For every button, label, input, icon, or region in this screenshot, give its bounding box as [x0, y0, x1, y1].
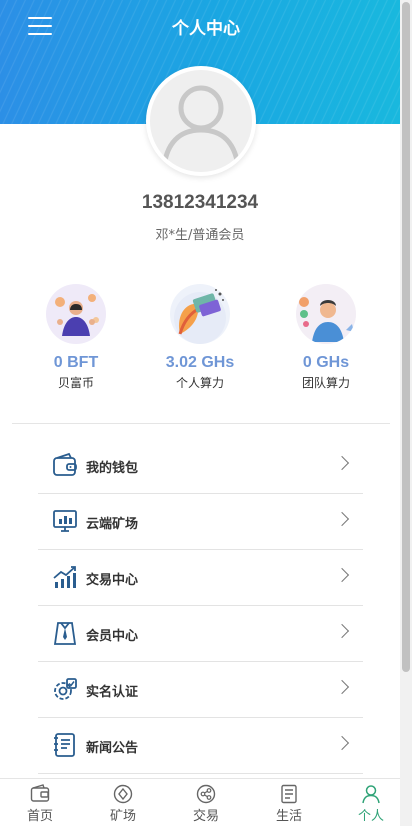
menu-label: 我的钱包: [86, 461, 139, 476]
chevron-right-icon: [334, 511, 350, 527]
user-phone: 13812341234: [141, 192, 259, 213]
chevron-right-icon: [334, 735, 350, 751]
stat-personal-hashrate[interactable]: 3.02 GHs 个人算力: [150, 284, 250, 391]
menu-label: 云端矿场: [86, 517, 139, 532]
member-tie-icon: [52, 620, 78, 646]
verify-gear-icon: [52, 676, 78, 702]
menu-item-trade-center[interactable]: 交易中心: [38, 550, 363, 606]
chevron-right-icon: [334, 679, 350, 695]
stat-value: 0 GHs: [302, 354, 350, 371]
menu-label: 实名认证: [86, 685, 139, 700]
stat-bft[interactable]: 0 BFT 贝富币: [26, 284, 126, 391]
tab-mine[interactable]: 矿场: [83, 779, 163, 827]
chevron-right-icon: [334, 455, 350, 471]
tab-profile[interactable]: 个人: [331, 779, 411, 827]
avatar[interactable]: [146, 66, 256, 176]
tab-trade[interactable]: 交易: [166, 779, 246, 827]
menu-label: 新闻公告: [86, 741, 139, 756]
scrollbar[interactable]: [400, 0, 412, 826]
team-coins-icon: [296, 284, 356, 344]
member-level: 邓*生/普通会员: [155, 228, 245, 243]
home-wallet-icon: [30, 784, 50, 804]
page-title: 个人中心: [172, 19, 240, 39]
stat-value: 0 BFT: [53, 354, 99, 371]
menu-item-verification[interactable]: 实名认证: [38, 662, 363, 718]
menu-label: 交易中心: [86, 573, 139, 588]
scrollbar-thumb[interactable]: [402, 2, 410, 672]
chevron-right-icon: [334, 567, 350, 583]
card-hashrate-icon: [170, 284, 230, 344]
news-book-icon: [52, 732, 78, 758]
life-document-icon: [279, 784, 299, 804]
stat-label: 贝富币: [57, 376, 94, 390]
mine-diamond-icon: [113, 784, 133, 804]
trade-chart-icon: [52, 564, 78, 590]
tab-label: 矿场: [109, 809, 136, 824]
stat-label: 个人算力: [175, 376, 224, 390]
tab-label: 生活: [275, 809, 302, 824]
menu-item-cloud-mine[interactable]: 云端矿场: [38, 494, 363, 550]
stat-label: 团队算力: [301, 376, 350, 390]
user-avatar-icon: [150, 70, 252, 172]
tab-home[interactable]: 首页: [0, 779, 80, 827]
cloud-mine-icon: [52, 508, 78, 534]
stats-row: 0 BFT 贝富币 3.02 GHs 个人算力 0 GHs 团队算力: [0, 284, 400, 394]
tab-life[interactable]: 生活: [249, 779, 329, 827]
menu-item-wallet[interactable]: 我的钱包: [38, 438, 363, 494]
stat-team-hashrate[interactable]: 0 GHs 团队算力: [276, 284, 376, 391]
tab-label: 首页: [26, 809, 53, 824]
wallet-icon: [52, 452, 78, 478]
section-divider: [12, 423, 390, 424]
profile-person-icon: [361, 784, 381, 804]
tab-label: 个人: [357, 809, 384, 824]
bottom-tab-bar: 首页 矿场 交易 生活 个人: [0, 778, 400, 827]
chevron-right-icon: [334, 623, 350, 639]
exchange-share-icon: [196, 784, 216, 804]
stat-value: 3.02 GHs: [165, 354, 235, 371]
menu-label: 会员中心: [86, 629, 139, 644]
menu-item-news[interactable]: 新闻公告: [38, 718, 363, 774]
menu-item-member-center[interactable]: 会员中心: [38, 606, 363, 662]
tab-label: 交易: [192, 809, 219, 824]
coin-person-icon: [46, 284, 106, 344]
menu-list: 我的钱包 云端矿场 交易中心 会员中心 实名认证 新闻公告: [38, 438, 363, 774]
